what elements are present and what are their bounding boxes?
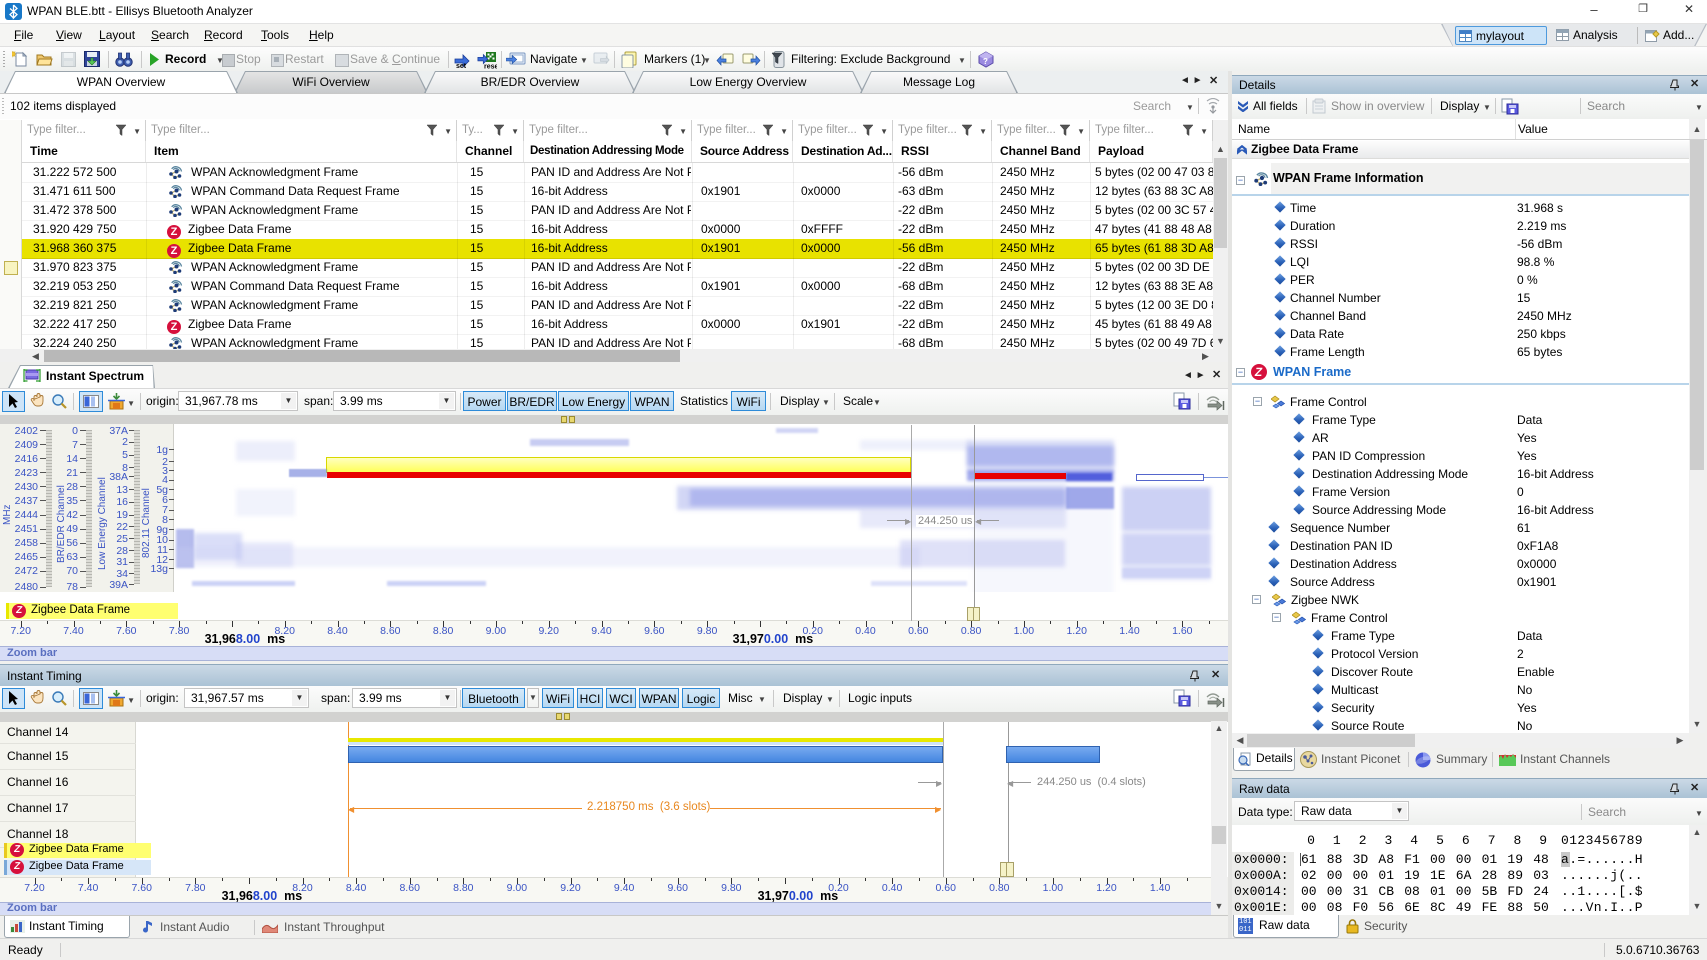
svg-text:reset: reset: [484, 64, 497, 70]
svg-text:?: ?: [983, 57, 988, 66]
svg-text:set: set: [456, 63, 467, 69]
